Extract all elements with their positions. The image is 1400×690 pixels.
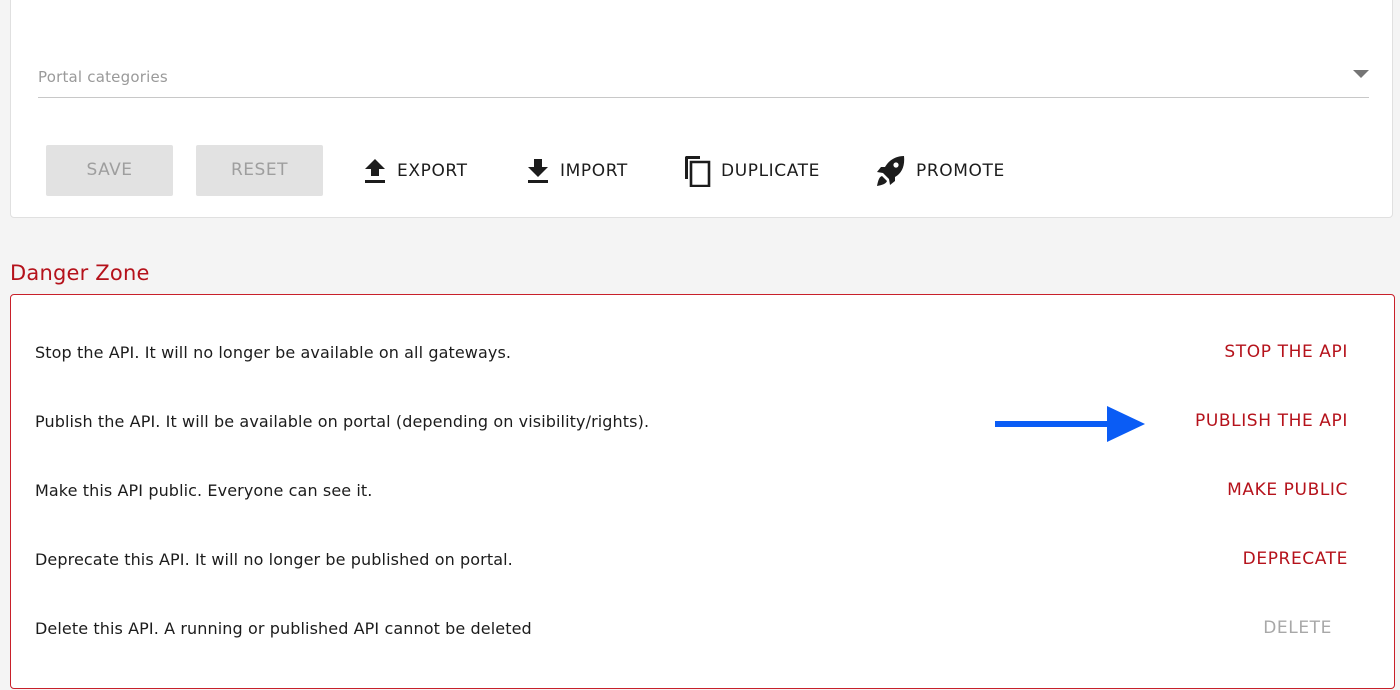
stop-api-button[interactable]: STOP THE API xyxy=(1224,342,1348,362)
danger-row-make-public: Make this API public. Everyone can see i… xyxy=(11,471,1394,511)
duplicate-button[interactable]: DUPLICATE xyxy=(683,145,820,196)
danger-row-stop: Stop the API. It will no longer be avail… xyxy=(11,333,1394,373)
export-label: EXPORT xyxy=(397,160,468,181)
import-button[interactable]: IMPORT xyxy=(526,145,628,196)
stop-api-description: Stop the API. It will no longer be avail… xyxy=(35,343,512,362)
danger-zone-title: Danger Zone xyxy=(10,261,150,285)
delete-description: Delete this API. A running or published … xyxy=(35,619,532,638)
duplicate-label: DUPLICATE xyxy=(721,160,820,181)
reset-button[interactable]: RESET xyxy=(196,145,323,196)
deprecate-button[interactable]: DEPRECATE xyxy=(1243,549,1348,569)
publish-api-description: Publish the API. It will be available on… xyxy=(35,412,650,431)
arrow-right-icon xyxy=(995,405,1147,447)
danger-row-delete: Delete this API. A running or published … xyxy=(11,609,1394,649)
deprecate-description: Deprecate this API. It will no longer be… xyxy=(35,550,513,569)
danger-zone-card: Stop the API. It will no longer be avail… xyxy=(10,294,1395,689)
danger-row-publish: Publish the API. It will be available on… xyxy=(11,402,1394,442)
make-public-description: Make this API public. Everyone can see i… xyxy=(35,481,373,500)
save-button[interactable]: SAVE xyxy=(46,145,173,196)
portal-categories-placeholder: Portal categories xyxy=(38,68,168,86)
promote-button[interactable]: PROMOTE xyxy=(876,145,1005,196)
publish-api-button[interactable]: PUBLISH THE API xyxy=(1195,411,1348,431)
danger-row-deprecate: Deprecate this API. It will no longer be… xyxy=(11,540,1394,580)
caret-down-icon[interactable] xyxy=(1353,70,1369,78)
export-button[interactable]: EXPORT xyxy=(363,145,468,196)
make-public-button[interactable]: MAKE PUBLIC xyxy=(1227,480,1348,500)
promote-label: PROMOTE xyxy=(916,160,1005,181)
portal-categories-select[interactable]: Portal categories xyxy=(38,59,1369,98)
download-icon xyxy=(526,158,560,184)
upload-icon xyxy=(363,158,397,184)
rocket-icon xyxy=(876,155,916,187)
delete-button[interactable]: DELETE xyxy=(1263,618,1332,638)
copy-icon xyxy=(683,155,721,187)
import-label: IMPORT xyxy=(560,160,628,181)
